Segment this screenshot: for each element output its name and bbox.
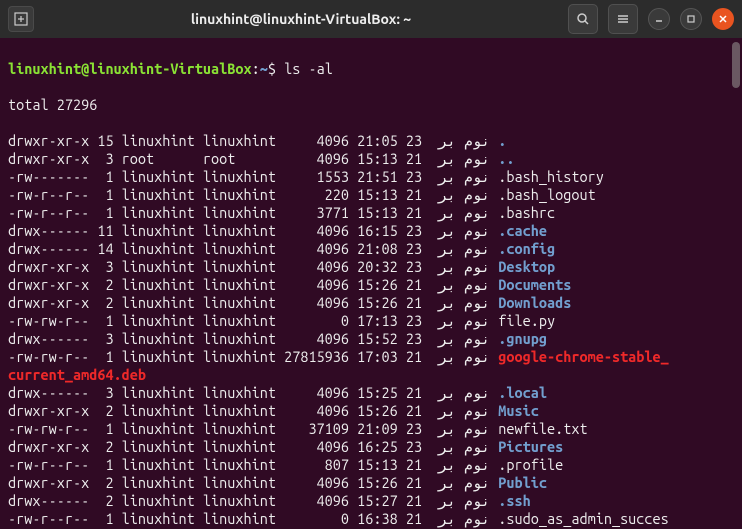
ls-row: -rw------- 1 linuxhint linuxhint 1553 21…	[8, 168, 734, 186]
file-entry: .local	[498, 384, 547, 401]
ls-row: drwxr-xr-x 2 linuxhint linuxhint 4096 16…	[8, 438, 734, 456]
file-entry: .bash_history	[498, 168, 604, 185]
titlebar: linuxhint@linuxhint-VirtualBox: ~	[0, 0, 742, 38]
ls-row: drwxr-xr-x 2 linuxhint linuxhint 4096 15…	[8, 402, 734, 420]
minimize-button[interactable]	[648, 8, 670, 30]
ls-row: drwxr-xr-x 15 linuxhint linuxhint 4096 2…	[8, 132, 734, 150]
file-entry: .bash_logout	[498, 186, 595, 203]
hamburger-menu-button[interactable]	[608, 4, 638, 34]
ls-row: drwx------ 3 linuxhint linuxhint 4096 15…	[8, 330, 734, 348]
prompt-line: linuxhint@linuxhint-VirtualBox:~$ ls -al	[8, 60, 734, 78]
new-tab-button[interactable]	[8, 6, 34, 32]
file-entry: google-chrome-stable_	[498, 348, 669, 365]
window-title: linuxhint@linuxhint-VirtualBox: ~	[40, 11, 562, 27]
ls-row: -rw-rw-r-- 1 linuxhint linuxhint 37109 2…	[8, 420, 734, 438]
ls-row: drwxr-xr-x 3 linuxhint linuxhint 4096 20…	[8, 258, 734, 276]
ls-row: drwx------ 2 linuxhint linuxhint 4096 15…	[8, 492, 734, 510]
total-line: total 27296	[8, 96, 734, 114]
file-entry: Documents	[498, 276, 571, 293]
file-entry: file.py	[498, 312, 555, 329]
ls-row: drwxr-xr-x 2 linuxhint linuxhint 4096 15…	[8, 276, 734, 294]
ls-row: drwx------ 3 linuxhint linuxhint 4096 15…	[8, 384, 734, 402]
file-entry: .cache	[498, 222, 547, 239]
search-button[interactable]	[568, 4, 598, 34]
ls-row: drwx------ 14 linuxhint linuxhint 4096 2…	[8, 240, 734, 258]
titlebar-right	[568, 4, 734, 34]
file-entry: Desktop	[498, 258, 555, 275]
file-entry: Public	[498, 474, 547, 491]
file-entry: .profile	[498, 456, 563, 473]
file-entry: .	[498, 132, 506, 149]
file-entry: .ssh	[498, 492, 530, 509]
prompt-path: ~	[260, 60, 268, 77]
file-entry: .config	[498, 240, 555, 257]
close-button[interactable]	[712, 8, 734, 30]
scrollbar-thumb[interactable]	[732, 42, 740, 88]
file-entry: ..	[498, 150, 514, 167]
ls-row: -rw-r--r-- 1 linuxhint linuxhint 0 16:38…	[8, 510, 734, 528]
file-entry: Pictures	[498, 438, 563, 455]
file-entry: newfile.txt	[498, 420, 587, 437]
file-entry: .bashrc	[498, 204, 555, 221]
ls-row: -rw-rw-r-- 1 linuxhint linuxhint 0 17:13…	[8, 312, 734, 330]
ls-row: -rw-r--r-- 1 linuxhint linuxhint 220 15:…	[8, 186, 734, 204]
prompt-user-host: linuxhint@linuxhint-VirtualBox	[8, 60, 252, 77]
ls-output: drwxr-xr-x 15 linuxhint linuxhint 4096 2…	[8, 132, 734, 528]
file-entry: Music	[498, 402, 539, 419]
ls-row: drwxr-xr-x 2 linuxhint linuxhint 4096 15…	[8, 294, 734, 312]
file-entry: .sudo_as_admin_succes	[498, 510, 669, 527]
file-entry: .gnupg	[498, 330, 547, 347]
ls-row: drwxr-xr-x 2 linuxhint linuxhint 4096 15…	[8, 474, 734, 492]
ls-row: -rw-r--r-- 1 linuxhint linuxhint 3771 15…	[8, 204, 734, 222]
file-entry-wrapped: current_amd64.deb	[8, 366, 734, 384]
ls-row: -rw-r--r-- 1 linuxhint linuxhint 807 15:…	[8, 456, 734, 474]
command-text	[276, 60, 284, 77]
maximize-button[interactable]	[680, 8, 702, 30]
ls-row: drwx------ 11 linuxhint linuxhint 4096 1…	[8, 222, 734, 240]
terminal-area[interactable]: linuxhint@linuxhint-VirtualBox:~$ ls -al…	[0, 38, 742, 529]
file-entry: Downloads	[498, 294, 571, 311]
ls-row: drwxr-xr-x 3 root root 4096 15:13 21 نوم…	[8, 150, 734, 168]
ls-row: -rw-rw-r-- 1 linuxhint linuxhint 2781593…	[8, 348, 734, 366]
